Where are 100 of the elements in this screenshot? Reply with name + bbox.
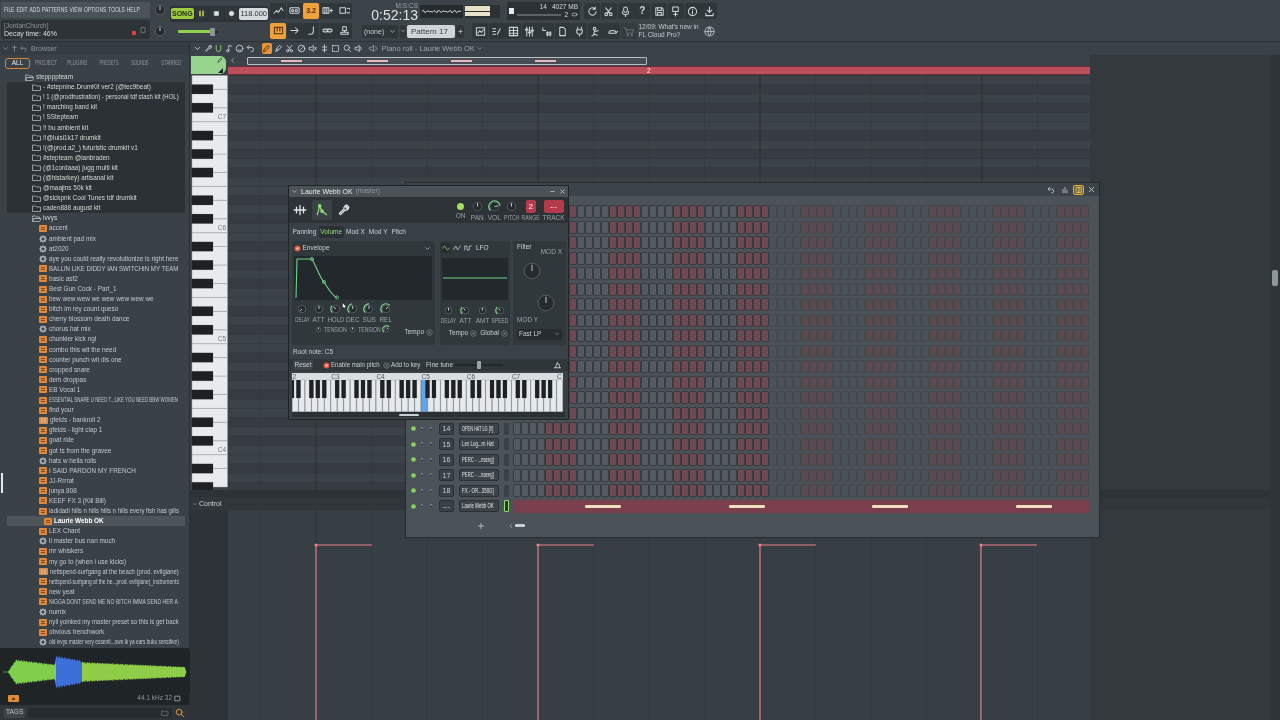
settings-tab[interactable]: [312, 200, 332, 220]
stop-button[interactable]: [210, 7, 224, 20]
wrench-icon[interactable]: [203, 44, 213, 53]
scrollbar-thumb[interactable]: [515, 524, 525, 527]
master-slider[interactable]: [178, 27, 218, 36]
overview-scrollbar[interactable]: [247, 56, 647, 65]
tree-item[interactable]: at2020: [7, 243, 185, 254]
piano-key[interactable]: [375, 379, 383, 412]
tree-item[interactable]: find your: [7, 405, 185, 416]
minimize-icon[interactable]: [549, 188, 556, 195]
tree-item[interactable]: nettspend-surfgang at the be...prod. evilgiane)_instruments: [7, 576, 185, 587]
piano-key[interactable]: [498, 379, 505, 412]
master-volume-knob[interactable]: [153, 3, 167, 17]
folder-item[interactable]: (@histarkey) artisanal kit: [7, 172, 185, 184]
tree-item[interactable]: bew wew wew we wew wew wew we: [7, 294, 185, 305]
mute-led[interactable]: [411, 472, 416, 478]
tree-item[interactable]: BALLIN LIKE DIDDY IAN SWITCHIN MY TEAM: [7, 263, 185, 274]
back-icon[interactable]: [20, 45, 27, 52]
time-display[interactable]: 0:52:13: [371, 8, 418, 21]
caret-icon[interactable]: [476, 45, 484, 52]
envelope-graph[interactable]: [294, 256, 432, 300]
question-button[interactable]: ?: [634, 3, 651, 19]
toolbar-button[interactable]: [319, 22, 336, 39]
piano-key[interactable]: [446, 379, 454, 412]
piano-key[interactable]: [191, 468, 228, 488]
toolbar-button[interactable]: [521, 23, 538, 39]
vertical-scrollbar[interactable]: [1270, 55, 1280, 720]
piano-key[interactable]: [453, 379, 460, 412]
pattern-selector[interactable]: Pattern 17: [407, 24, 455, 38]
folder-item[interactable]: !! bu ambient kit: [7, 122, 185, 133]
piano-key[interactable]: [304, 379, 312, 412]
tree-item[interactable]: cropped snare: [7, 364, 185, 375]
piano-key[interactable]: [427, 379, 434, 412]
tree-item[interactable]: cherry blossom death dance: [7, 314, 185, 325]
toolbar-button[interactable]: [472, 23, 488, 39]
close-icon[interactable]: [1087, 185, 1096, 194]
piano-key[interactable]: [191, 394, 228, 409]
folder-item[interactable]: !(@prod.a2_) futuristic drumkit v1: [7, 142, 185, 153]
lfo-shape-button[interactable]: [441, 243, 451, 253]
toolbar-button[interactable]: [554, 23, 571, 39]
cross-icon[interactable]: [11, 45, 18, 52]
piano-key[interactable]: [191, 343, 228, 358]
tree-item[interactable]: obvious trenchwork: [7, 627, 185, 638]
piano-key[interactable]: [386, 380, 391, 398]
folder-item[interactable]: ivvys: [7, 213, 185, 224]
piano-key[interactable]: [298, 379, 305, 412]
knob[interactable]: [363, 303, 376, 315]
toolbar-button[interactable]: [336, 22, 352, 39]
piano-key[interactable]: [191, 311, 228, 330]
piano-key[interactable]: [466, 379, 473, 412]
piano-key[interactable]: [382, 379, 389, 412]
tree-item[interactable]: I SAID PARDON MY FRENCH: [7, 465, 185, 476]
piano-key[interactable]: [191, 153, 228, 173]
toolbar-button[interactable]: [587, 23, 604, 39]
piano-key[interactable]: [395, 379, 402, 412]
tree-item[interactable]: LEX Chant: [7, 526, 185, 537]
pattern-tab[interactable]: [191, 56, 226, 74]
piano-key[interactable]: [421, 379, 428, 412]
record-button[interactable]: [224, 7, 238, 20]
tree-item[interactable]: counter punch wit dis one: [7, 354, 185, 365]
piano-key[interactable]: [191, 297, 228, 312]
tool-button[interactable]: [353, 43, 364, 54]
lfo-shape-button[interactable]: [463, 243, 473, 253]
piano-key[interactable]: [191, 283, 228, 298]
power-led[interactable]: [456, 201, 465, 211]
piano-key[interactable]: [537, 379, 544, 412]
piano-key[interactable]: [517, 379, 525, 412]
piano-key[interactable]: [191, 408, 228, 423]
scrollbar-thumb[interactable]: [1272, 270, 1278, 286]
folder-item[interactable]: (@1cordaaa) jugg multi kit: [7, 162, 185, 173]
tree-item[interactable]: JJ-Rrrrat: [7, 475, 185, 486]
velocity-bar[interactable]: [314, 543, 373, 720]
tree-item[interactable]: gfelds - bankroll 2: [7, 415, 185, 426]
piano-key[interactable]: [330, 379, 338, 412]
tree-item[interactable]: old ivvys master very essenti...own ik ya ears buku sensitive): [7, 637, 185, 648]
piano-key[interactable]: [485, 379, 492, 412]
piano-key[interactable]: [191, 121, 228, 136]
trapezoid-icon[interactable]: [553, 360, 562, 370]
piano-key[interactable]: [530, 379, 538, 412]
toolbar-button[interactable]: [505, 23, 521, 39]
piano-key[interactable]: [191, 200, 228, 219]
folder-item[interactable]: @maajins 50k kit: [7, 183, 185, 194]
tool-button[interactable]: [319, 43, 329, 54]
fine-tune-slider[interactable]: [455, 361, 504, 369]
tree-item[interactable]: ambient pad mix: [7, 233, 185, 244]
piano-key[interactable]: [337, 379, 344, 412]
tool-button[interactable]: [261, 43, 272, 54]
toolbar-button[interactable]: [336, 2, 352, 19]
folder-item[interactable]: ! marching band kit: [7, 102, 185, 113]
folder-item[interactable]: caden888 august kit: [7, 203, 185, 214]
tree-item[interactable]: NIGGA DONT SEND ME NO BITCH IMMA SEND HER A: [7, 596, 185, 607]
tree-item[interactable]: Laurie Webb OK: [7, 516, 185, 527]
toolbar-button[interactable]: [584, 3, 600, 19]
preview-play-button[interactable]: [8, 695, 19, 702]
tree-item[interactable]: new yeat: [7, 586, 185, 597]
piano-key[interactable]: [414, 379, 421, 412]
piano-key[interactable]: [479, 379, 486, 412]
menu-caret-icon[interactable]: [193, 44, 202, 53]
knob[interactable]: [494, 305, 506, 316]
toolbar-button[interactable]: [270, 22, 286, 39]
